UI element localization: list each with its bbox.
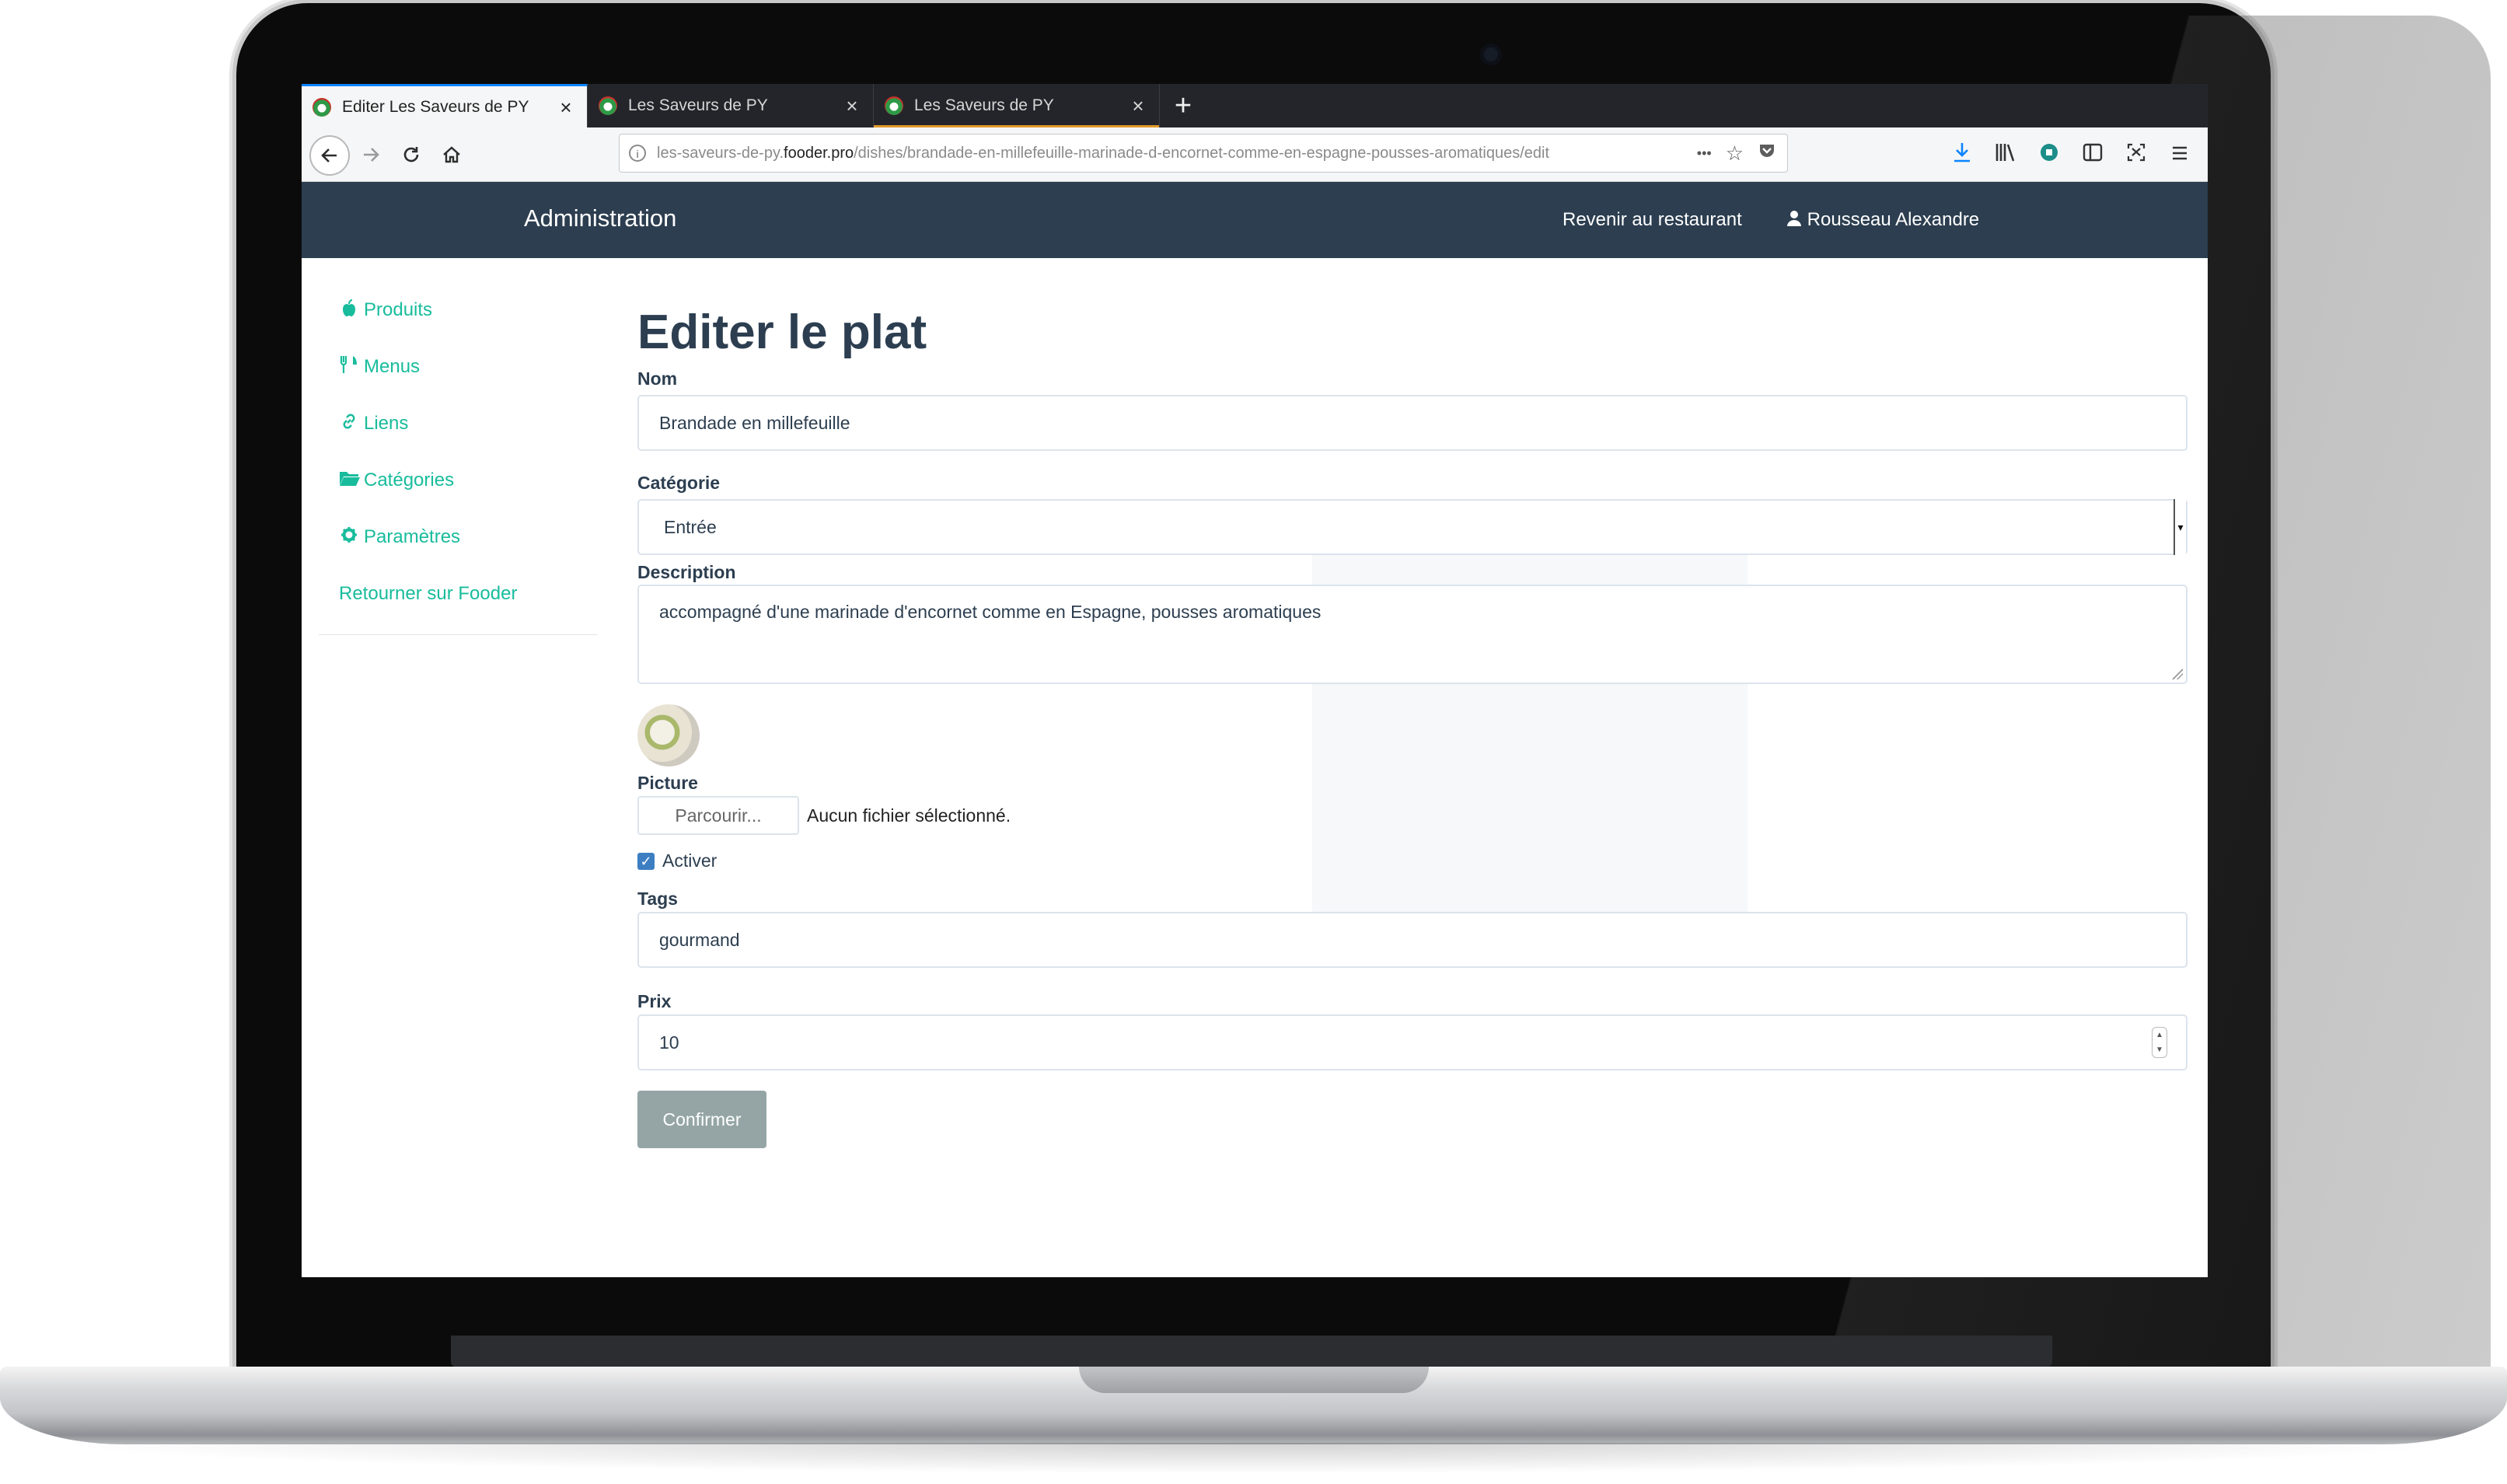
home-icon[interactable] [432, 135, 471, 174]
brand-title[interactable]: Administration [524, 204, 676, 232]
sidebar-item-menus[interactable]: Menus [319, 338, 597, 395]
url-text[interactable]: les-saveurs-de-py.fooder.pro/dishes/bran… [657, 145, 1697, 162]
pocket-icon[interactable] [1758, 141, 1776, 166]
new-tab-button[interactable]: + [1160, 84, 1206, 127]
apple-icon [339, 299, 359, 321]
folder-icon [339, 470, 360, 491]
browser-tab-3[interactable]: Les Saveurs de PY × [874, 84, 1160, 127]
url-path: /dishes/brandade-en-millefeuille-marinad… [854, 144, 1550, 162]
tags-input[interactable]: gourmand [637, 912, 2188, 968]
sidebar-item-label: Retourner sur Fooder [339, 582, 518, 604]
gear-icon [339, 526, 359, 548]
tab-title: Les Saveurs de PY [914, 96, 1054, 114]
url-host: fooder.pro [784, 144, 854, 162]
reload-icon[interactable] [392, 135, 431, 174]
tab-title: Les Saveurs de PY [628, 96, 768, 114]
sidebar-item-return-fooder[interactable]: Retourner sur Fooder [319, 565, 597, 622]
address-bar[interactable]: i les-saveurs-de-py.fooder.pro/dishes/br… [619, 134, 1788, 173]
back-icon[interactable] [309, 135, 350, 176]
browse-button[interactable]: Parcourir... [637, 796, 799, 835]
sidebar-item-label: Catégories [364, 469, 455, 491]
category-select[interactable]: Entrée ▾ [637, 499, 2188, 555]
sidebar-item-categories[interactable]: Catégories [319, 452, 597, 508]
cutlery-icon [339, 355, 359, 379]
tags-label: Tags [637, 889, 678, 909]
site-header: Administration Revenir au restaurant Rou… [302, 182, 2208, 258]
active-checkbox-row[interactable]: ✓ Activer [637, 850, 2188, 871]
laptop-shadow [47, 1443, 2460, 1474]
laptop-hinge [451, 1336, 2052, 1367]
screenshot-icon[interactable] [2124, 142, 2149, 168]
site-favicon-icon [599, 96, 617, 115]
picture-preview-wrap [637, 704, 2188, 766]
tags-value: gourmand [659, 929, 740, 950]
tab-strip: Editer Les Saveurs de PY × Les Saveurs d… [302, 84, 2208, 127]
description-textarea[interactable]: accompagné d'une marinade d'encornet com… [637, 585, 2188, 684]
menu-icon[interactable] [2167, 142, 2192, 167]
sidebar-item-label: Menus [364, 355, 421, 377]
confirm-button[interactable]: Confirmer [637, 1091, 766, 1148]
laptop-notch [1079, 1367, 1429, 1393]
info-icon[interactable]: i [629, 145, 646, 162]
name-value: Brandade en millefeuille [659, 412, 850, 433]
category-label: Catégorie [637, 473, 721, 493]
sidebar-item-label: Produits [364, 299, 433, 320]
back-to-restaurant-link[interactable]: Revenir au restaurant [1563, 209, 1742, 231]
sidebar-item-label: Paramètres [364, 526, 461, 547]
browser-tab-2[interactable]: Les Saveurs de PY × [588, 84, 874, 127]
camera [1480, 44, 1502, 65]
edit-dish-form: Editer le plat Nom Brandade en millefeui… [637, 302, 2188, 1148]
user-name: Rousseau Alexandre [1807, 209, 1980, 230]
active-checkbox[interactable]: ✓ [637, 852, 655, 870]
navigation-toolbar: i les-saveurs-de-py.fooder.pro/dishes/br… [302, 127, 2208, 182]
category-value: Entrée [664, 516, 717, 537]
picture-label: Picture [637, 773, 698, 793]
price-value: 10 [659, 1032, 679, 1053]
star-icon[interactable]: ☆ [1726, 141, 1744, 166]
name-input[interactable]: Brandade en millefeuille [637, 395, 2188, 451]
sidebar-icon[interactable] [2080, 142, 2105, 167]
library-icon[interactable] [1993, 142, 2018, 168]
user-menu[interactable]: Rousseau Alexandre [1786, 209, 1979, 231]
file-status: Aucun fichier sélectionné. [807, 805, 1011, 826]
close-icon[interactable]: × [842, 96, 862, 116]
url-prefix: les-saveurs-de-py. [657, 144, 784, 162]
sidebar-item-liens[interactable]: Liens [319, 395, 597, 452]
sidebar-item-label: Liens [364, 412, 409, 434]
description-label: Description [637, 562, 736, 582]
chevron-down-icon[interactable]: ▾ [2174, 499, 2186, 555]
close-icon[interactable]: × [1128, 96, 1148, 116]
forward-icon[interactable] [351, 135, 390, 174]
price-label: Prix [637, 991, 672, 1011]
price-input[interactable]: 10 ▲ ▼ [637, 1014, 2188, 1070]
dish-thumbnail [637, 704, 700, 766]
close-icon[interactable]: × [556, 97, 576, 117]
admin-sidebar: Produits Menus Liens Catégories Paramètr… [319, 281, 597, 635]
browser-tab-1[interactable]: Editer Les Saveurs de PY × [302, 84, 588, 127]
active-label: Activer [662, 850, 718, 871]
description-value: accompagné d'une marinade d'encornet com… [659, 602, 1322, 622]
number-spinner-icon[interactable]: ▲ ▼ [2152, 1027, 2167, 1058]
name-label: Nom [637, 368, 678, 389]
page-title: Editer le plat [637, 306, 927, 359]
sidebar-item-produits[interactable]: Produits [319, 281, 597, 338]
download-icon[interactable] [1950, 141, 1975, 169]
tab-title: Editer Les Saveurs de PY [342, 97, 529, 116]
link-icon [339, 412, 359, 435]
site-favicon-icon [313, 97, 331, 117]
extension-icon[interactable] [2037, 142, 2062, 168]
site-favicon-icon [885, 96, 903, 115]
user-icon [1786, 209, 1807, 230]
browser-screen: Editer Les Saveurs de PY × Les Saveurs d… [302, 84, 2208, 1277]
resize-handle-icon[interactable] [2172, 669, 2183, 679]
page-actions-icon[interactable]: ••• [1697, 145, 1712, 162]
sidebar-item-parametres[interactable]: Paramètres [319, 508, 597, 565]
file-input: Parcourir... Aucun fichier sélectionné. [637, 796, 2188, 835]
